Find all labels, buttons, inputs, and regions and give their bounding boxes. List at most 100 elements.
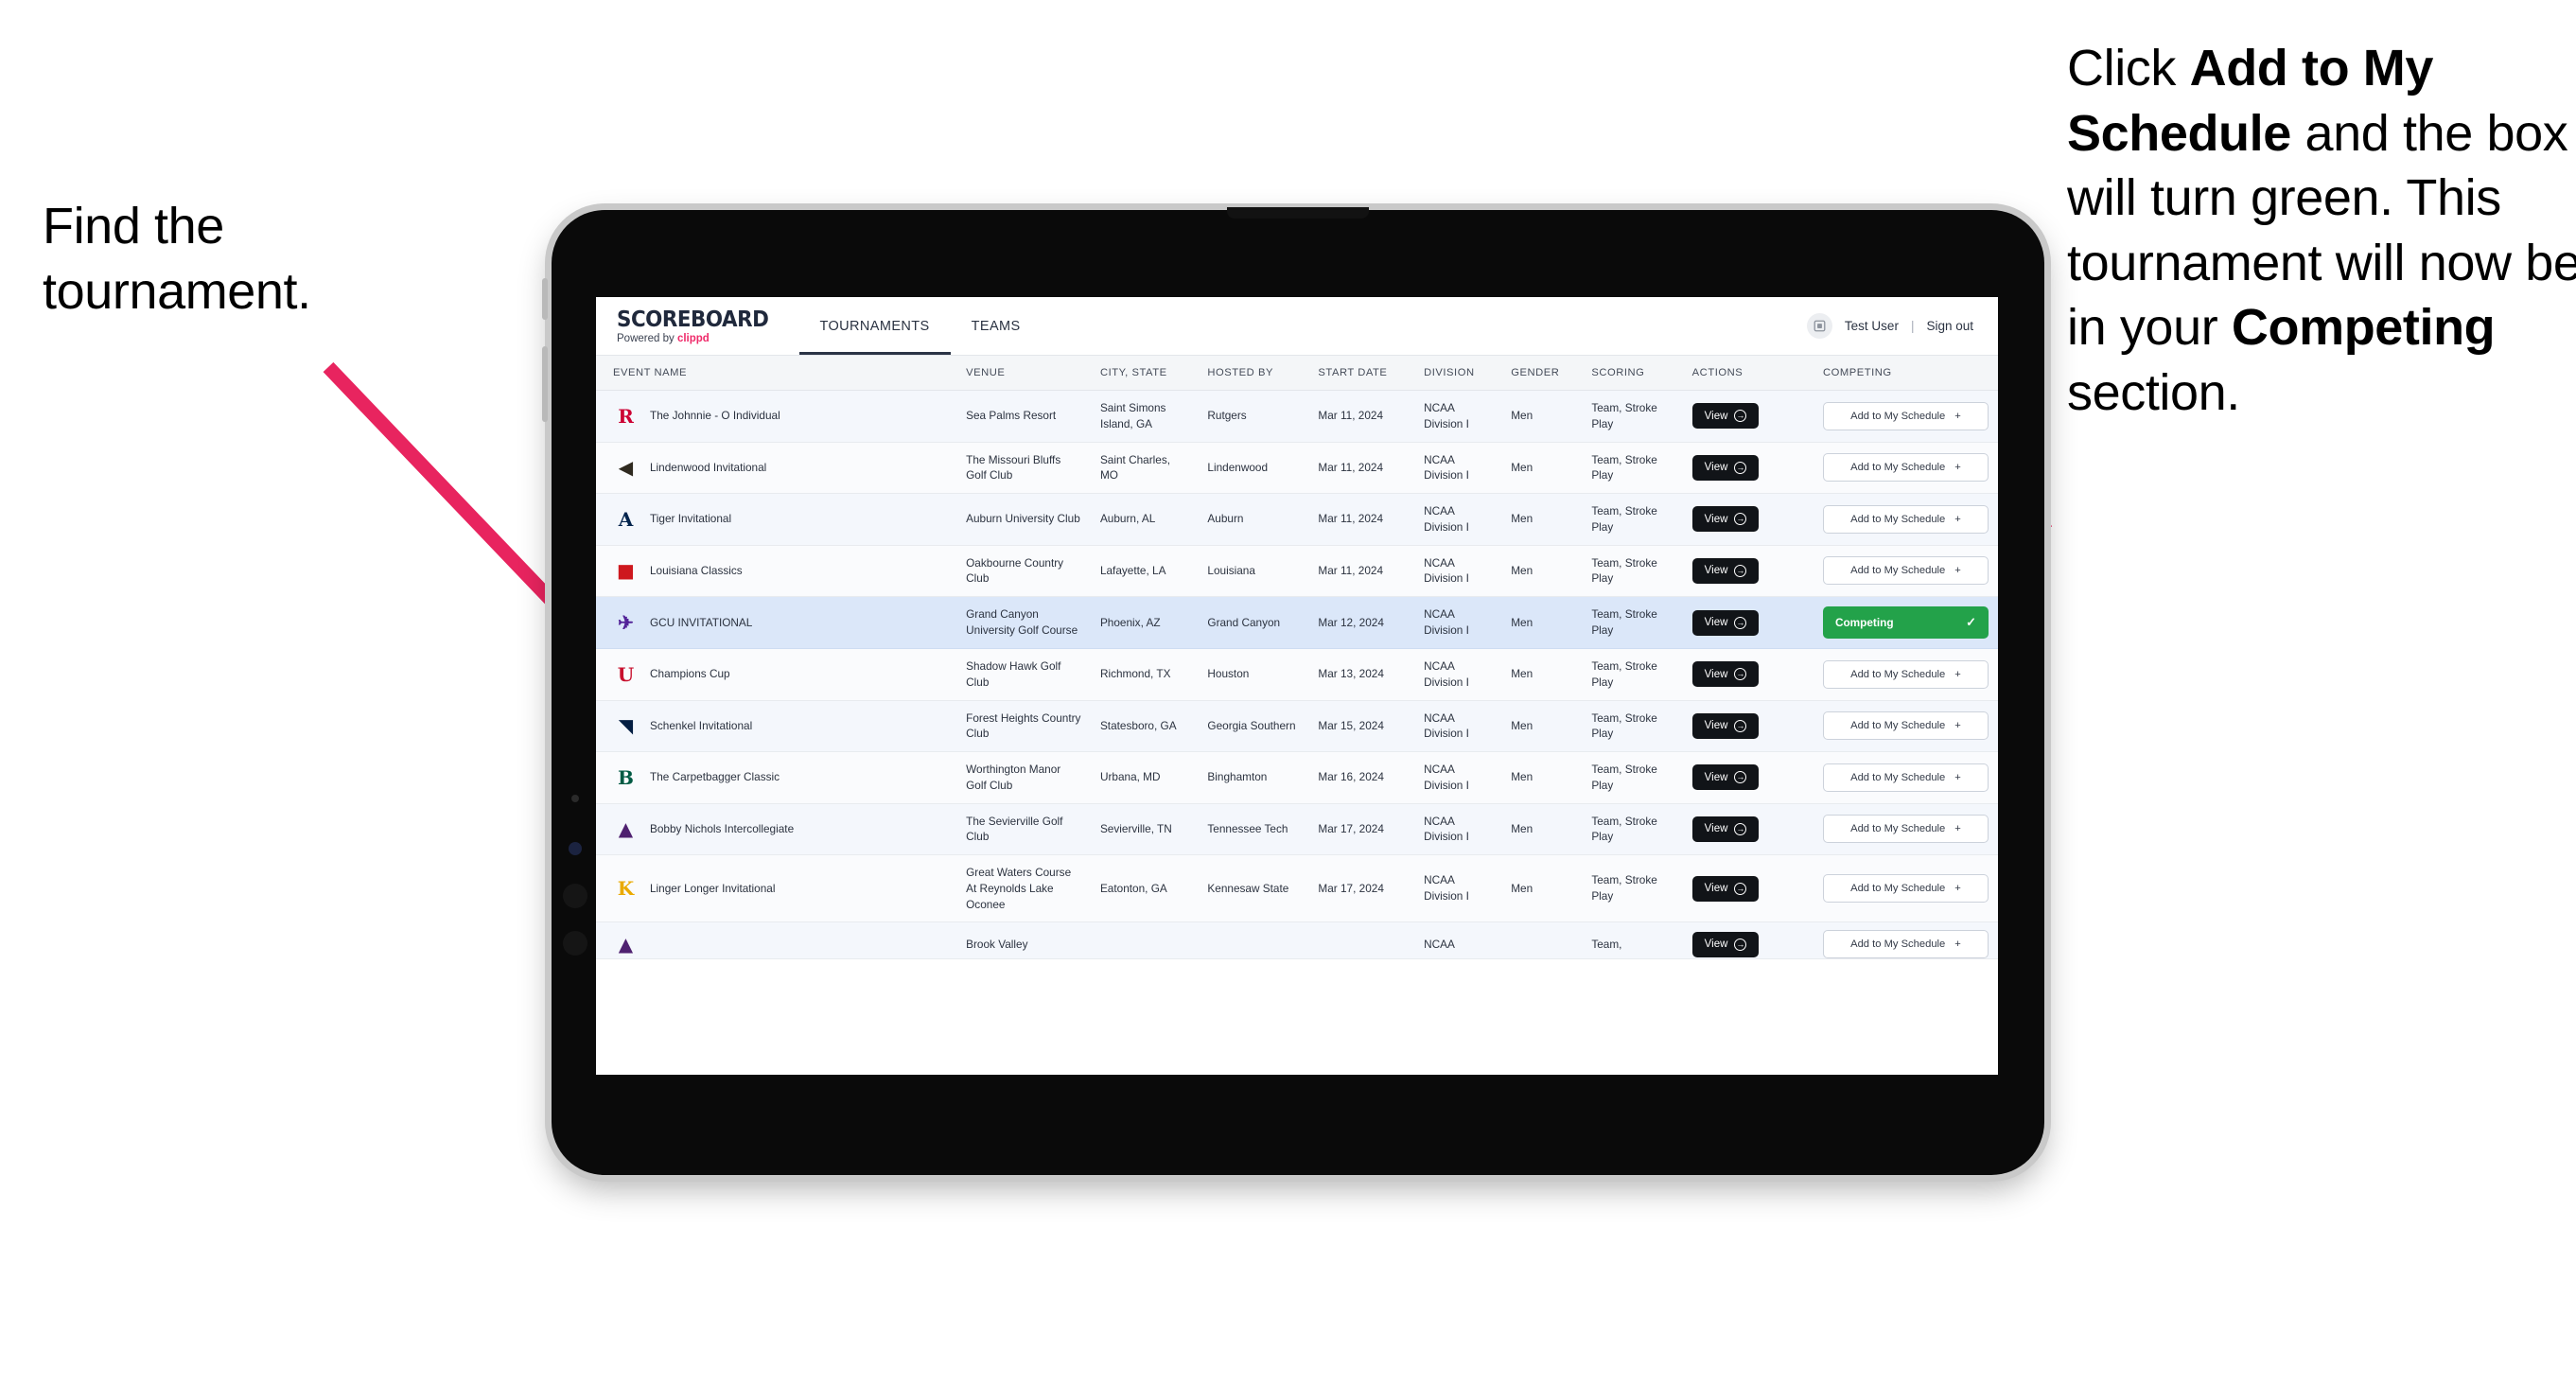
view-button[interactable]: View → [1691,403,1760,430]
sensor-icon-a [563,884,587,908]
view-button[interactable]: View → [1691,712,1760,739]
cell-division: NCAA [1414,921,1502,960]
view-button[interactable]: View → [1691,875,1760,902]
cell-competing: Add to My Schedule + [1813,921,1998,960]
cell-actions: View → [1682,854,1814,923]
table-row[interactable]: ▲ Brook Valley NCAA Team, View → Add to My Sch… [596,921,1998,960]
table-row[interactable]: ◥ Schenkel Invitational Forest Heights Cou… [596,700,1998,752]
col-venue[interactable]: VENUE [956,356,1091,391]
cell-competing: Add to My Schedule + [1813,648,1998,701]
cell-venue: Forest Heights Country Club [956,700,1091,752]
annotation-right-post: section. [2067,363,2240,421]
cell-division: NCAA Division I [1414,700,1502,752]
table-row[interactable]: R The Johnnie - O Individual Sea Palms Res… [596,390,1998,443]
cell-city-state: Richmond, TX [1090,648,1199,701]
cell-actions: View → [1682,751,1814,804]
avatar[interactable] [1806,313,1832,339]
add-to-my-schedule-label: Add to My Schedule [1850,883,1946,895]
table-row[interactable]: A Tiger Invitational Auburn University Clu… [596,493,1998,546]
team-logo-icon: ◀ [618,456,634,480]
cell-city-state: Urbana, MD [1090,751,1199,804]
cell-hosted-by: Louisiana [1198,545,1309,597]
cell-hosted-by: Georgia Southern [1198,700,1309,752]
add-to-my-schedule-button[interactable]: Add to My Schedule + [1822,556,1989,586]
cell-scoring: Team, Stroke Play [1582,390,1683,443]
view-button[interactable]: View → [1691,764,1760,791]
volume-up-button[interactable] [542,278,548,320]
sign-out-link[interactable]: Sign out [1926,319,1973,333]
team-logo-icon: K [617,877,635,901]
col-gender[interactable]: GENDER [1501,356,1583,391]
team-logo-icon: ✈ [618,611,634,634]
cell-event-name: ■ Louisiana Classics [596,545,957,597]
table-row[interactable]: K Linger Longer Invitational Great Waters … [596,854,1998,923]
table-row[interactable]: ✈ GCU INVITATIONAL Grand Canyon University… [596,596,1998,649]
add-to-my-schedule-label: Add to My Schedule [1850,771,1946,783]
view-button[interactable]: View → [1691,506,1760,533]
cell-scoring: Team, Stroke Play [1582,545,1683,597]
view-button[interactable]: View → [1691,557,1760,584]
view-button[interactable]: View → [1691,609,1760,636]
add-to-my-schedule-button[interactable]: Add to My Schedule + [1822,659,1989,689]
col-event-name[interactable]: EVENT NAME [596,356,957,391]
team-logo-icon: U [617,662,635,686]
team-logo-icon: ▲ [618,817,634,841]
table-row[interactable]: ▲ Bobby Nichols Intercollegiate The Sevier… [596,803,1998,855]
tournaments-table-container[interactable]: EVENT NAME VENUE CITY, STATE HOSTED BY S… [596,356,1998,1075]
add-to-my-schedule-button[interactable]: Add to My Schedule + [1822,874,1989,904]
cell-hosted-by: Kennesaw State [1198,854,1309,923]
view-button[interactable]: View → [1691,816,1760,842]
cell-event-name: U Champions Cup [596,648,957,701]
add-to-my-schedule-button[interactable]: Add to My Schedule + [1822,401,1989,430]
view-button-label: View [1704,883,1728,895]
cell-competing: Competing ✓ [1813,596,1998,649]
cell-hosted-by: Grand Canyon [1198,596,1309,649]
view-button-label: View [1704,668,1728,680]
table-row[interactable]: U Champions Cup Shadow Hawk Golf Club Richm… [596,648,1998,701]
col-scoring[interactable]: SCORING [1582,356,1683,391]
cell-scoring: Team, Stroke Play [1582,648,1683,701]
cell-hosted-by: Houston [1198,648,1309,701]
cell-city-state [1090,921,1199,960]
table-row[interactable]: B The Carpetbagger Classic Worthington Man… [596,751,1998,804]
event-name-label: The Carpetbagger Classic [650,770,780,784]
add-to-my-schedule-button[interactable]: Add to My Schedule + [1822,763,1989,792]
view-button-label: View [1704,720,1728,732]
event-name-label: Schenkel Invitational [650,718,753,732]
competing-button[interactable]: Competing ✓ [1822,606,1989,639]
cell-competing: Add to My Schedule + [1813,442,1998,494]
add-to-my-schedule-button[interactable]: Add to My Schedule + [1822,930,1989,958]
powered-prefix: Powered by [617,332,677,344]
add-to-my-schedule-label: Add to My Schedule [1850,939,1946,951]
add-to-my-schedule-button[interactable]: Add to My Schedule + [1822,815,1989,844]
table-row[interactable]: ■ Louisiana Classics Oakbourne Country Clu… [596,545,1998,597]
view-button[interactable]: View → [1691,931,1760,957]
col-hosted-by[interactable]: HOSTED BY [1198,356,1309,391]
cell-competing: Add to My Schedule + [1813,700,1998,752]
col-city-state[interactable]: CITY, STATE [1090,356,1199,391]
view-button-label: View [1704,823,1728,835]
col-start-date[interactable]: START DATE [1308,356,1415,391]
plus-icon: + [1954,513,1961,525]
volume-down-button[interactable] [542,346,548,422]
tab-teams[interactable]: TEAMS [951,297,1042,355]
col-division[interactable]: DIVISION [1414,356,1502,391]
view-button[interactable]: View → [1691,661,1760,688]
add-to-my-schedule-button[interactable]: Add to My Schedule + [1822,504,1989,534]
cell-division: NCAA Division I [1414,390,1502,443]
arrow-right-circle-icon: → [1734,564,1747,577]
cell-scoring: Team, Stroke Play [1582,854,1683,923]
add-to-my-schedule-button[interactable]: Add to My Schedule + [1822,453,1989,482]
cell-start-date: Mar 11, 2024 [1308,390,1415,443]
brand-logo[interactable]: SCOREBOARD Powered by clippd [596,297,799,355]
add-to-my-schedule-label: Add to My Schedule [1850,720,1946,732]
view-button[interactable]: View → [1691,454,1760,481]
tab-tournaments[interactable]: TOURNAMENTS [799,297,951,355]
cell-event-name: ▲ Bobby Nichols Intercollegiate [596,803,957,855]
table-row[interactable]: ◀ Lindenwood Invitational The Missouri Blu… [596,442,1998,494]
cell-city-state: Phoenix, AZ [1090,596,1199,649]
clippd-wordmark: clippd [676,332,710,344]
cell-actions: View → [1682,545,1814,597]
cell-actions: View → [1682,390,1814,443]
add-to-my-schedule-button[interactable]: Add to My Schedule + [1822,711,1989,741]
